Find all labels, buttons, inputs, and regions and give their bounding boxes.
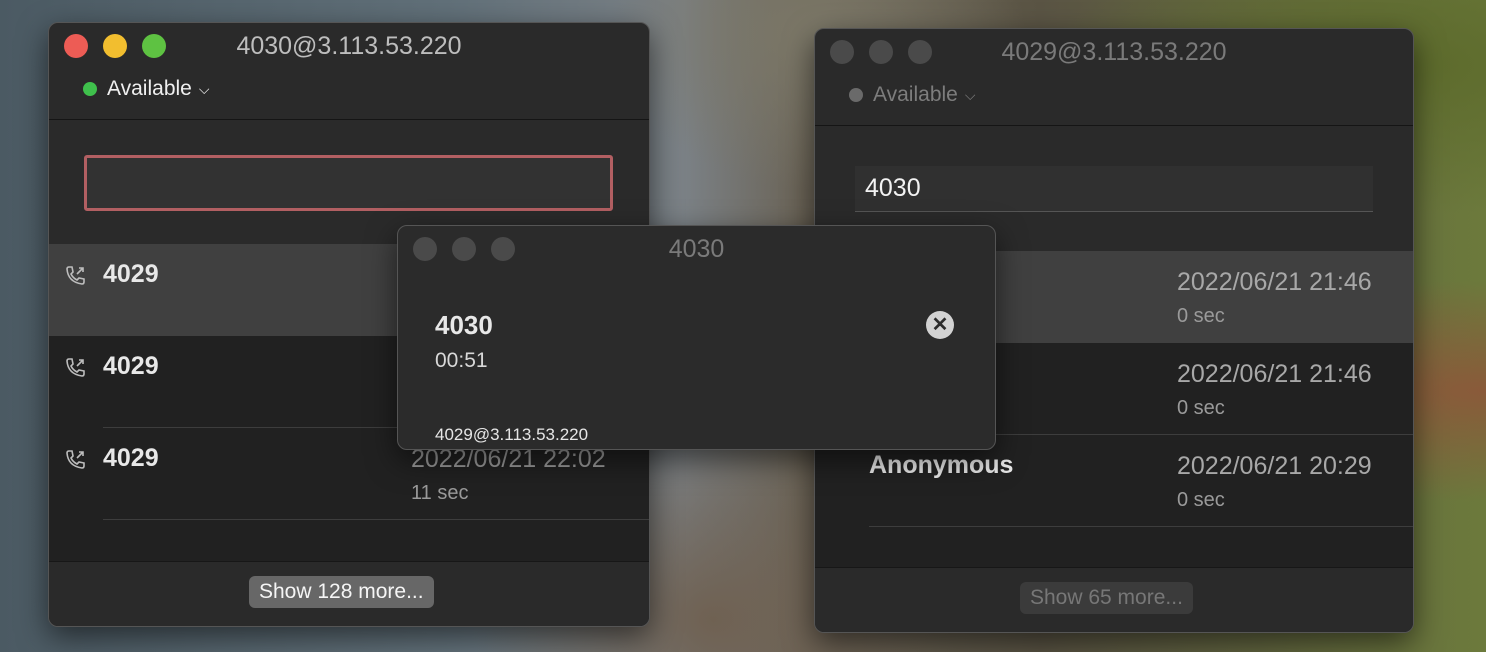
popup-account: 4029@3.113.53.220 bbox=[435, 425, 589, 444]
header-divider bbox=[49, 119, 649, 120]
status-dot-icon bbox=[83, 82, 97, 96]
show-more-button[interactable]: Show 65 more... bbox=[1020, 582, 1193, 614]
call-name: 4029 bbox=[103, 352, 159, 380]
status-dot-icon bbox=[849, 88, 863, 102]
popup-caller-name: 4030 bbox=[435, 310, 493, 340]
popup-call-timer: 00:51 bbox=[435, 349, 488, 372]
call-name: 4029 bbox=[103, 444, 159, 472]
chevron-down-icon: ⌵ bbox=[964, 86, 976, 103]
call-duration: 0 sec bbox=[1177, 305, 1225, 327]
phone-outgoing-icon bbox=[66, 450, 85, 469]
chevron-down-icon: ⌵ bbox=[198, 80, 210, 97]
right-search-input[interactable] bbox=[855, 166, 1373, 212]
right-titlebar[interactable]: 4029@3.113.53.220 bbox=[815, 29, 1413, 73]
call-datetime: 2022/06/21 21:46 bbox=[1177, 268, 1372, 296]
call-datetime: 2022/06/21 20:29 bbox=[1177, 452, 1372, 480]
list-empty-area bbox=[815, 527, 1413, 569]
phone-outgoing-icon bbox=[66, 358, 85, 377]
phone-outgoing-icon bbox=[66, 266, 85, 285]
show-more-button[interactable]: Show 128 more... bbox=[249, 576, 434, 608]
call-name: 4029 bbox=[103, 260, 159, 288]
left-titlebar[interactable]: 4030@3.113.53.220 bbox=[49, 23, 649, 67]
popup-titlebar[interactable]: 4030 bbox=[398, 226, 995, 270]
right-footer: Show 65 more... bbox=[815, 567, 1413, 632]
left-footer: Show 128 more... bbox=[49, 561, 649, 626]
call-name: Anonymous bbox=[869, 451, 1014, 479]
call-popup-window: 4030 4030 00:51 ✕ 4029@3.113.53.220 bbox=[397, 225, 996, 450]
call-duration: 11 sec bbox=[411, 482, 469, 504]
list-empty-area bbox=[49, 520, 649, 562]
left-search-input[interactable] bbox=[84, 155, 613, 211]
call-datetime: 2022/06/21 21:46 bbox=[1177, 360, 1372, 388]
right-window-title: 4029@3.113.53.220 bbox=[1001, 38, 1227, 66]
call-duration: 0 sec bbox=[1177, 489, 1225, 511]
right-status-dropdown[interactable]: Available ⌵ bbox=[849, 83, 975, 107]
header-divider bbox=[815, 125, 1413, 126]
right-status-label: Available bbox=[873, 83, 958, 106]
left-status-dropdown[interactable]: Available ⌵ bbox=[83, 77, 209, 101]
call-duration: 0 sec bbox=[1177, 397, 1225, 419]
left-window-title: 4030@3.113.53.220 bbox=[236, 32, 462, 60]
close-circle-icon[interactable]: ✕ bbox=[926, 311, 954, 339]
left-status-label: Available bbox=[107, 77, 192, 100]
popup-title: 4030 bbox=[668, 235, 725, 263]
